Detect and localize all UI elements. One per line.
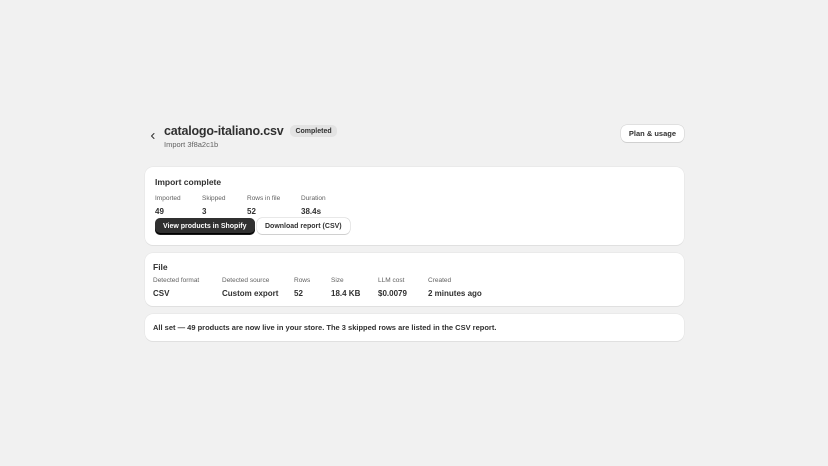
stat-value: 18.4 KB bbox=[331, 289, 361, 298]
back-button[interactable] bbox=[145, 128, 161, 144]
stat-imported: Imported 49 bbox=[155, 195, 181, 217]
page-header: catalogo-italiano.csv Completed Import 3… bbox=[145, 124, 684, 154]
stat-label: Created bbox=[428, 277, 452, 284]
stat-label: Rows bbox=[294, 277, 311, 284]
stat-value: 52 bbox=[247, 207, 256, 216]
chevron-left-icon bbox=[151, 133, 155, 139]
view-products-button[interactable]: View products in Shopify bbox=[155, 218, 255, 234]
stat-rows: Rows 52 bbox=[294, 277, 310, 299]
stat-skipped: Skipped 3 bbox=[202, 195, 226, 217]
stat-value: $0.0079 bbox=[378, 289, 407, 298]
stat-value: 38.4s bbox=[301, 207, 322, 216]
status-badge: Completed bbox=[290, 125, 337, 137]
stat-label: Rows in file bbox=[247, 195, 281, 202]
stat-value: 49 bbox=[155, 207, 164, 216]
stat-label: Detected source bbox=[222, 277, 270, 284]
stat-label: Imported bbox=[155, 195, 181, 202]
import-detail-page: catalogo-italiano.csv Completed Import 3… bbox=[145, 124, 684, 341]
completion-message: All set — 49 products are now live in yo… bbox=[153, 323, 497, 332]
stat-detected-source: Detected source Custom export bbox=[222, 277, 278, 299]
stat-label: Skipped bbox=[202, 195, 226, 202]
stat-llm-cost: LLM cost $0.0079 bbox=[378, 277, 407, 299]
stat-value: 3 bbox=[202, 207, 207, 216]
stat-label: Duration bbox=[301, 195, 326, 202]
stat-detected-format: Detected format CSV bbox=[153, 277, 199, 299]
stat-label: Size bbox=[331, 277, 344, 284]
page-subtitle: Import 3f8a2c1b bbox=[164, 140, 219, 149]
page-title: catalogo-italiano.csv bbox=[164, 124, 284, 138]
stat-value: 52 bbox=[294, 289, 303, 298]
plan-usage-button[interactable]: Plan & usage bbox=[620, 125, 684, 142]
stat-value: Custom export bbox=[222, 289, 279, 298]
title-row: catalogo-italiano.csv Completed bbox=[164, 124, 337, 138]
stat-value: CSV bbox=[153, 289, 170, 298]
stat-rows-in-file: Rows in file 52 bbox=[247, 195, 280, 217]
stat-value: 2 minutes ago bbox=[428, 289, 482, 298]
stat-label: LLM cost bbox=[378, 277, 405, 284]
import-summary-card: Import complete Imported 49 Skipped 3 Ro… bbox=[145, 167, 684, 245]
file-details-card: File Detected format CSV Detected source… bbox=[145, 253, 684, 306]
stat-created: Created 2 minutes ago bbox=[428, 277, 482, 299]
stat-label: Detected format bbox=[153, 277, 200, 284]
title-block: catalogo-italiano.csv Completed Import 3… bbox=[164, 124, 337, 150]
stat-duration: Duration 38.4s bbox=[301, 195, 326, 217]
download-report-button[interactable]: Download report (CSV) bbox=[257, 218, 350, 234]
stat-size: Size 18.4 KB bbox=[331, 277, 360, 299]
import-summary-title: Import complete bbox=[155, 177, 222, 187]
file-card-title: File bbox=[153, 262, 168, 272]
completion-message-card: All set — 49 products are now live in yo… bbox=[145, 314, 684, 341]
